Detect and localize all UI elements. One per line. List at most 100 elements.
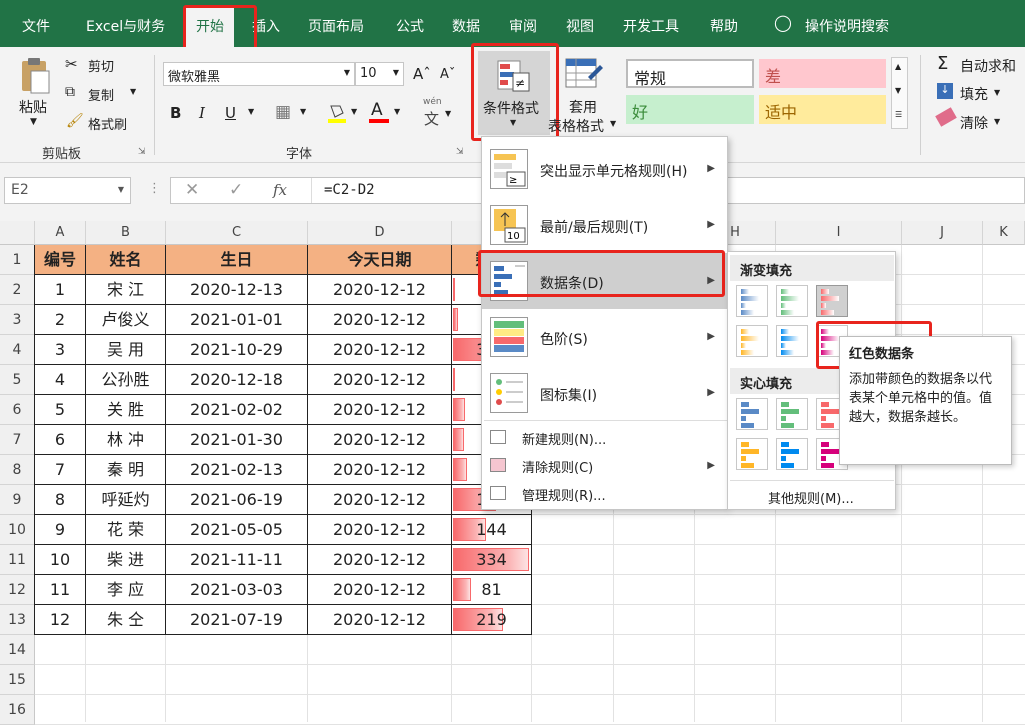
gradient-databar-swatch[interactable] [736, 285, 768, 317]
table-cell[interactable]: 2020-12-12 [308, 335, 452, 365]
table-cell[interactable]: 12 [35, 605, 86, 635]
table-cell[interactable]: 宋 江 [86, 275, 166, 305]
tab-formulas[interactable]: 公式 [396, 16, 424, 36]
column-header[interactable]: K [983, 221, 1025, 245]
row-header[interactable]: 11 [0, 545, 35, 575]
formula-input[interactable]: =C2-D2 [324, 182, 375, 198]
tab-excel-finance[interactable]: Excel与财务 [86, 16, 165, 36]
menu-item-icon-sets[interactable]: 图标集(I) ▶ [482, 365, 727, 421]
chevron-down-icon[interactable]: ▼ [248, 107, 254, 116]
phonetic-guide-icon[interactable]: 文 [424, 108, 439, 129]
tab-insert[interactable]: 插入 [252, 16, 280, 36]
column-header[interactable]: C [166, 221, 308, 245]
table-cell[interactable]: 2020-12-18 [166, 365, 308, 395]
row-header[interactable]: 1 [0, 245, 35, 275]
table-cell[interactable]: 10 [35, 545, 86, 575]
style-bad[interactable]: 差 [759, 59, 886, 88]
row-header[interactable]: 7 [0, 425, 35, 455]
table-header-cell[interactable]: 姓名 [86, 245, 166, 275]
row-header[interactable]: 15 [0, 665, 35, 695]
table-cell[interactable]: 144 [452, 515, 532, 545]
conditional-formatting-button[interactable]: ≠ 条件格式 ▼ [478, 51, 550, 135]
cut-button[interactable]: 剪切 [88, 56, 114, 75]
chevron-down-icon[interactable]: ▼ [994, 88, 1000, 97]
increase-font-icon[interactable]: Aˆ [413, 65, 431, 83]
chevron-down-icon[interactable]: ▼ [351, 107, 357, 116]
row-header[interactable]: 4 [0, 335, 35, 365]
column-header[interactable]: D [308, 221, 452, 245]
more-rules-link[interactable]: 其他规则(M)... [768, 488, 854, 507]
tab-home[interactable]: 开始 [186, 6, 234, 47]
table-cell[interactable]: 2021-03-03 [166, 575, 308, 605]
table-cell[interactable]: 7 [35, 455, 86, 485]
column-header[interactable]: B [86, 221, 166, 245]
table-cell[interactable]: 2020-12-12 [308, 365, 452, 395]
table-cell[interactable]: 6 [35, 425, 86, 455]
fill-button[interactable]: 填充 [960, 84, 988, 104]
table-cell[interactable]: 2020-12-12 [308, 605, 452, 635]
row-header[interactable]: 13 [0, 605, 35, 635]
table-cell[interactable]: 11 [35, 575, 86, 605]
table-cell[interactable]: 2020-12-12 [308, 305, 452, 335]
font-name-combo[interactable]: 微软雅黑 ▼ [163, 62, 355, 86]
bold-button[interactable]: B [170, 104, 181, 122]
table-cell[interactable]: 2020-12-13 [166, 275, 308, 305]
menu-item-data-bars[interactable]: 数据条(D) ▶ [482, 253, 727, 309]
solid-databar-swatch[interactable] [736, 438, 768, 470]
table-header-cell[interactable]: 生日 [166, 245, 308, 275]
select-all-corner[interactable] [0, 221, 35, 245]
table-cell[interactable]: 林 冲 [86, 425, 166, 455]
row-header[interactable]: 6 [0, 395, 35, 425]
border-icon[interactable]: ▦ [275, 102, 291, 122]
table-cell[interactable]: 卢俊义 [86, 305, 166, 335]
chevron-down-icon[interactable]: ▼ [300, 107, 306, 116]
style-neutral[interactable]: 适中 [759, 95, 886, 124]
row-header[interactable]: 10 [0, 515, 35, 545]
table-cell[interactable]: 2021-11-11 [166, 545, 308, 575]
table-cell[interactable]: 2020-12-12 [308, 515, 452, 545]
style-good[interactable]: 好 [626, 95, 754, 124]
tab-data[interactable]: 数据 [452, 16, 480, 36]
row-header[interactable]: 8 [0, 455, 35, 485]
row-header[interactable]: 5 [0, 365, 35, 395]
menu-item-new-rule[interactable]: 新建规则(N)... [482, 424, 727, 452]
table-cell[interactable]: 公孙胜 [86, 365, 166, 395]
table-cell[interactable]: 2021-02-13 [166, 455, 308, 485]
tab-view[interactable]: 视图 [566, 16, 594, 36]
format-painter-button[interactable]: 格式刷 [88, 114, 127, 133]
paste-button[interactable]: 粘贴 [19, 97, 47, 117]
table-cell[interactable]: 2021-05-05 [166, 515, 308, 545]
table-cell[interactable]: 呼延灼 [86, 485, 166, 515]
row-header[interactable]: 14 [0, 635, 35, 665]
chevron-down-icon[interactable]: ▼ [610, 119, 616, 128]
menu-item-clear-rules[interactable]: 清除规则(C) ▶ [482, 452, 727, 480]
styles-scroll[interactable]: ▲ ▼ ☰ [891, 57, 908, 129]
table-cell[interactable]: 2021-06-19 [166, 485, 308, 515]
menu-item-top-bottom[interactable]: 10 最前/最后规则(T) ▶ [482, 197, 727, 253]
table-cell[interactable]: 219 [452, 605, 532, 635]
table-format-label-1[interactable]: 套用 [569, 97, 597, 117]
column-header[interactable]: A [35, 221, 86, 245]
chevron-up-icon[interactable]: ▲ [895, 62, 901, 71]
dialog-launcher-icon[interactable]: ⇲ [456, 147, 464, 157]
table-header-cell[interactable]: 今天日期 [308, 245, 452, 275]
table-cell[interactable]: 4 [35, 365, 86, 395]
tab-help[interactable]: 帮助 [710, 16, 738, 36]
font-size-combo[interactable]: 10 ▼ [355, 62, 404, 86]
solid-databar-swatch[interactable] [736, 398, 768, 430]
tab-file[interactable]: 文件 [22, 16, 50, 36]
copy-button[interactable]: 复制 [88, 85, 114, 104]
name-box[interactable]: E2 ▼ [4, 177, 131, 204]
table-cell[interactable]: 334 [452, 545, 532, 575]
fill-color-icon[interactable] [326, 102, 348, 124]
table-cell[interactable]: 2 [35, 305, 86, 335]
tab-page-layout[interactable]: 页面布局 [308, 16, 364, 36]
chevron-down-icon[interactable]: ▼ [895, 86, 901, 95]
tab-developer[interactable]: 开发工具 [623, 16, 679, 36]
style-normal[interactable]: 常规 [626, 59, 754, 88]
enter-icon[interactable]: ✓ [229, 180, 243, 200]
table-format-label-2[interactable]: 表格格式 [548, 116, 604, 136]
chevron-down-icon[interactable]: ▼ [394, 107, 400, 116]
paste-dropdown-icon[interactable]: ▼ [30, 117, 37, 127]
autosum-button[interactable]: 自动求和 [960, 56, 1016, 76]
